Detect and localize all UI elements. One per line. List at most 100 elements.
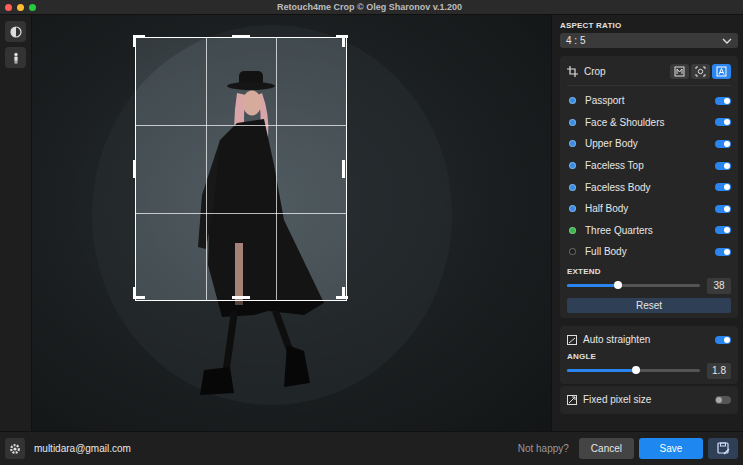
value-field[interactable]: 1.8 — [707, 363, 731, 379]
toggle-knob — [724, 98, 730, 104]
crop-preset-row: Passport — [567, 90, 731, 112]
pixel-size-card: Fixed pixel size — [560, 386, 738, 414]
crop-header: Crop — [567, 61, 731, 86]
photo-canvas[interactable] — [32, 15, 551, 431]
grid-line — [206, 38, 207, 300]
crop-handle[interactable] — [232, 296, 250, 299]
window-button[interactable] — [17, 4, 24, 11]
crop-preset-row: Upper Body — [567, 133, 731, 155]
button-label: Cancel — [591, 443, 622, 454]
pixel-size-row: Fixed pixel size — [567, 391, 731, 409]
toggle-knob — [724, 227, 730, 233]
person-tool[interactable] — [5, 47, 26, 68]
window-button[interactable] — [5, 4, 12, 11]
grid-line — [276, 38, 277, 300]
slider-track[interactable] — [567, 369, 700, 372]
crop-card: Crop Passport Face & ShouldersUpper Body Fa… — [560, 56, 738, 318]
crop-preset-row: Full Body — [567, 241, 731, 263]
settings-button[interactable] — [5, 438, 25, 459]
grid-line — [136, 213, 346, 214]
dropdown-value: 4 : 5 — [566, 35, 585, 46]
window-controls — [0, 4, 36, 11]
slider-fill — [567, 369, 636, 372]
crop-handle[interactable] — [342, 35, 345, 47]
manual-icon — [674, 66, 685, 77]
window-button[interactable] — [29, 4, 36, 11]
preset-label: Faceless Body — [585, 182, 706, 193]
straighten-card: Auto straightenANGLE1.8 — [560, 326, 738, 384]
toggle-switch[interactable] — [715, 183, 731, 191]
toggle-switch[interactable] — [715, 336, 731, 344]
value-text: 38 — [713, 280, 724, 291]
toggle-knob — [724, 206, 730, 212]
account-email: multidara@gmail.com — [34, 443, 131, 454]
status-dot — [569, 184, 576, 191]
crop-handle[interactable] — [133, 287, 136, 299]
preset-label: Passport — [585, 95, 706, 106]
crop-handle[interactable] — [133, 160, 136, 178]
crop-icon — [567, 66, 578, 77]
aspect-ratio-dropdown[interactable]: 4 : 5 — [560, 33, 738, 48]
crop-preset-row: Half Body — [567, 198, 731, 220]
button-label: Save — [660, 443, 683, 454]
toggle-knob — [724, 163, 730, 169]
toggle-switch[interactable] — [715, 118, 731, 126]
value-field[interactable]: 38 — [707, 278, 731, 294]
slider-thumb[interactable] — [632, 366, 640, 374]
toggle-knob — [724, 119, 730, 125]
toggle-switch[interactable] — [715, 396, 731, 404]
toggle-switch[interactable] — [715, 205, 731, 213]
pixel-size-label: Fixed pixel size — [583, 394, 709, 405]
toggle-switch[interactable] — [715, 162, 731, 170]
cancel-button[interactable]: Cancel — [579, 438, 634, 459]
title-bar: Retouch4me Crop © Oleg Sharonov v.1.200 — [0, 0, 743, 15]
main-area: ASPECT RATIO4 : 5 Crop Passport Face & Shou… — [0, 15, 743, 431]
straighten-label: Auto straighten — [583, 334, 709, 345]
person-icon — [10, 52, 22, 64]
aspect-ratio-section: ASPECT RATIO4 : 5 — [560, 21, 738, 48]
slider-fill — [567, 284, 618, 287]
not-happy-prompt: Not happy? — [518, 443, 569, 454]
status-dot — [569, 97, 576, 104]
slider-track[interactable] — [567, 284, 700, 287]
preset-label: Three Quarters — [585, 225, 706, 236]
toggle-switch[interactable] — [715, 140, 731, 148]
preset-label: Faceless Top — [585, 160, 706, 171]
slider-row: 38 — [567, 278, 731, 294]
settings-panel: ASPECT RATIO4 : 5 Crop Passport Face & Shou… — [551, 15, 743, 431]
gear-icon — [9, 443, 21, 455]
toggle-knob — [724, 184, 730, 190]
toggle-switch[interactable] — [715, 248, 731, 256]
left-toolbar — [0, 15, 32, 431]
crop-handle[interactable] — [133, 35, 136, 47]
crop-preset-row: Faceless Top — [567, 155, 731, 177]
status-dot — [569, 248, 576, 255]
toggle-switch[interactable] — [715, 97, 731, 105]
resize-icon — [567, 395, 577, 405]
crop-mode-button[interactable] — [691, 64, 710, 79]
mask-tool[interactable] — [5, 21, 26, 42]
crop-handle[interactable] — [232, 35, 250, 38]
crop-mode-button[interactable] — [670, 64, 689, 79]
save-button[interactable]: Save — [639, 438, 703, 459]
slider-thumb[interactable] — [614, 281, 622, 289]
reset-button[interactable]: Reset — [567, 298, 731, 313]
save-as-button[interactable] — [708, 438, 738, 459]
crop-preset-row: Face & Shoulders — [567, 112, 731, 134]
value-text: 1.8 — [712, 365, 726, 376]
reset-label: Reset — [636, 300, 662, 311]
crop-preset-row: Three Quarters — [567, 220, 731, 242]
crop-handle[interactable] — [342, 160, 345, 178]
toggle-knob — [716, 397, 722, 403]
toggle-knob — [724, 249, 730, 255]
toggle-switch[interactable] — [715, 226, 731, 234]
status-dot — [569, 205, 576, 212]
crop-modes — [670, 64, 731, 79]
contrast-icon — [10, 26, 22, 38]
crop-mode-button[interactable] — [712, 64, 731, 79]
crop-title: Crop — [584, 66, 606, 77]
status-dot — [569, 119, 576, 126]
crop-handle[interactable] — [342, 287, 345, 299]
status-dot — [569, 162, 576, 169]
crop-frame[interactable] — [135, 37, 347, 301]
